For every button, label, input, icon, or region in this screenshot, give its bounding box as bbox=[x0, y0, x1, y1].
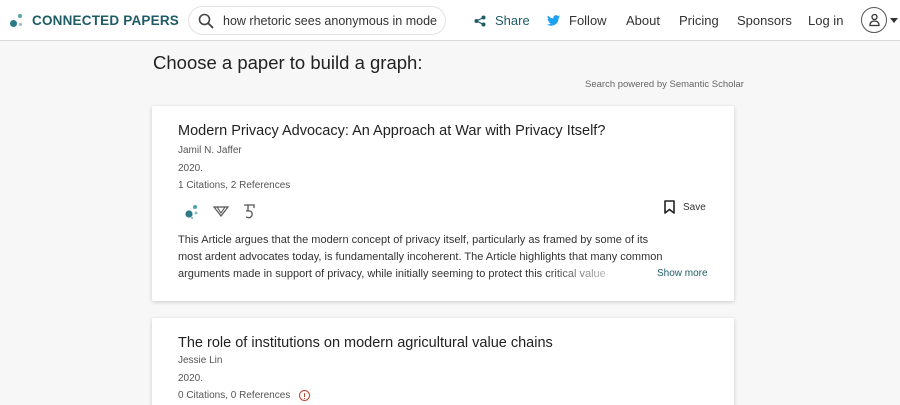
share-label: Share bbox=[495, 13, 530, 28]
search-icon[interactable] bbox=[198, 13, 214, 29]
share-icon bbox=[474, 15, 486, 26]
paper-abstract: This Article argues that the modern conc… bbox=[178, 232, 698, 283]
show-more-link[interactable]: Show more bbox=[657, 268, 708, 279]
top-navbar: CONNECTED PAPERS how rhetoric sees anony… bbox=[0, 0, 900, 41]
paper-author: Jessie Lin bbox=[178, 355, 223, 366]
search-box[interactable]: how rhetoric sees anonymous in modern bbox=[188, 6, 446, 35]
logo-text: CONNECTED PAPERS bbox=[32, 12, 179, 28]
abstract-line: arguments made in support of privacy, wh… bbox=[178, 268, 606, 280]
paper-year: 2020. bbox=[178, 163, 204, 174]
user-icon bbox=[869, 13, 880, 27]
source-links bbox=[184, 202, 268, 220]
search-input[interactable]: how rhetoric sees anonymous in modern bbox=[223, 11, 437, 31]
paper-title[interactable]: The role of institutions on modern agric… bbox=[178, 335, 553, 351]
paper-title[interactable]: Modern Privacy Advocacy: An Approach at … bbox=[178, 123, 605, 139]
nav-pricing[interactable]: Pricing bbox=[679, 12, 719, 29]
paper-author: Jamil N. Jaffer bbox=[178, 145, 242, 156]
paper-year: 2020. bbox=[178, 373, 204, 384]
result-card[interactable]: Modern Privacy Advocacy: An Approach at … bbox=[152, 106, 734, 301]
abstract-line: most ardent advocates today, is fundamen… bbox=[178, 251, 663, 263]
nav-sponsors[interactable]: Sponsors bbox=[737, 12, 792, 29]
logo-icon bbox=[10, 11, 26, 29]
bookmark-icon bbox=[664, 200, 675, 214]
account-menu-button[interactable] bbox=[861, 7, 887, 33]
chevron-down-icon[interactable] bbox=[890, 18, 898, 23]
connected-papers-icon[interactable] bbox=[184, 202, 202, 220]
save-button[interactable]: Save bbox=[664, 200, 706, 214]
follow-label: Follow bbox=[569, 13, 607, 28]
save-label: Save bbox=[683, 201, 706, 213]
follow-button[interactable]: Follow bbox=[547, 12, 607, 29]
abstract-line: This Article argues that the modern conc… bbox=[178, 234, 649, 246]
paper-citations: 1 Citations, 2 References bbox=[178, 180, 291, 191]
paper-citations: 0 Citations, 0 References bbox=[178, 390, 291, 401]
nav-about[interactable]: About bbox=[626, 12, 660, 29]
twitter-icon bbox=[547, 15, 560, 26]
result-card[interactable]: The role of institutions on modern agric… bbox=[152, 318, 734, 405]
logo[interactable]: CONNECTED PAPERS bbox=[10, 9, 179, 31]
warning-icon[interactable] bbox=[299, 390, 311, 401]
page-title: Choose a paper to build a graph: bbox=[153, 52, 423, 73]
powered-by-note: Search powered by Semantic Scholar bbox=[585, 79, 744, 90]
google-scholar-icon[interactable] bbox=[240, 202, 258, 220]
paper-citations-row: 0 Citations, 0 References bbox=[178, 390, 311, 401]
share-button[interactable]: Share bbox=[474, 12, 530, 29]
nav-login[interactable]: Log in bbox=[808, 12, 843, 29]
semantic-scholar-icon[interactable] bbox=[212, 202, 230, 220]
